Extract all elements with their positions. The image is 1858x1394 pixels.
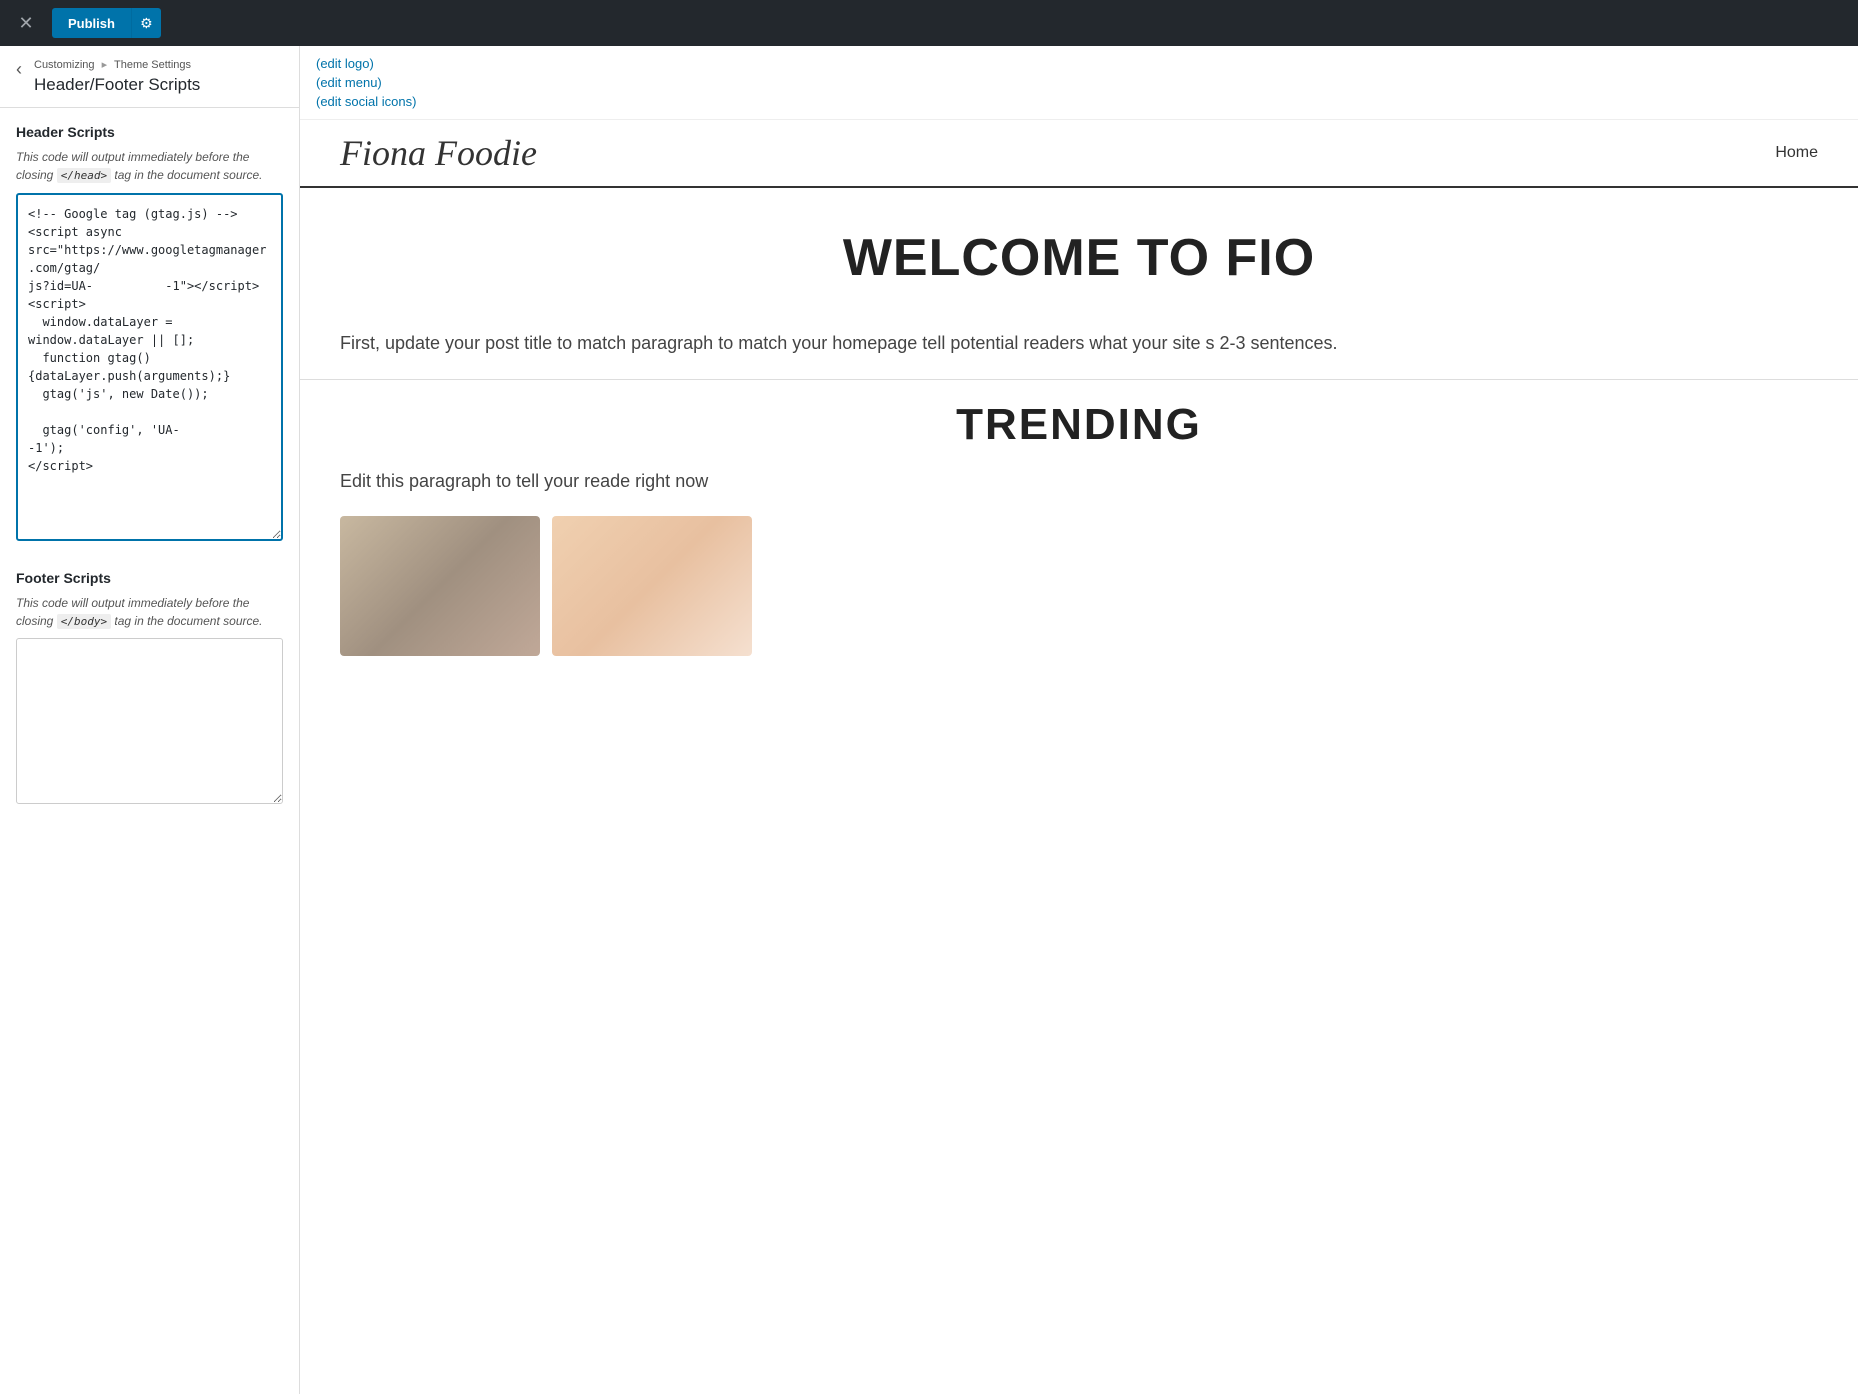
publish-group: Publish ⚙ bbox=[52, 8, 161, 38]
hero-title: WELCOME TO FIO bbox=[340, 228, 1818, 288]
preview-site-header: Fiona Foodie Home bbox=[300, 120, 1858, 188]
preview-site: Fiona Foodie Home WELCOME TO FIO First, … bbox=[300, 120, 1858, 676]
header-scripts-desc-after: tag in the document source. bbox=[114, 168, 262, 182]
trending-images bbox=[340, 516, 1818, 656]
header-scripts-section: Header Scripts This code will output imm… bbox=[16, 124, 283, 546]
trending-image-2 bbox=[552, 516, 752, 656]
trending-image-1 bbox=[340, 516, 540, 656]
header-scripts-description: This code will output immediately before… bbox=[16, 148, 283, 185]
preview-hero: WELCOME TO FIO bbox=[300, 188, 1858, 308]
back-button[interactable]: ‹ bbox=[12, 58, 26, 80]
trending-body: Edit this paragraph to tell your reade r… bbox=[340, 466, 1818, 497]
sidebar: ‹ Customizing ▸ Theme Settings Header/Fo… bbox=[0, 46, 300, 1394]
footer-scripts-label: Footer Scripts bbox=[16, 570, 283, 586]
preview-edit-links: (edit logo) (edit menu) (edit social ico… bbox=[300, 46, 1858, 120]
nav-home: Home bbox=[1775, 144, 1818, 162]
edit-logo-link[interactable]: (edit logo) bbox=[316, 56, 1842, 71]
gear-icon: ⚙ bbox=[140, 15, 153, 32]
edit-social-icons-link[interactable]: (edit social icons) bbox=[316, 94, 1842, 109]
head-code-tag: </head> bbox=[57, 168, 111, 183]
close-button[interactable]: ✕ bbox=[8, 5, 44, 41]
edit-menu-link[interactable]: (edit menu) bbox=[316, 75, 1842, 90]
site-logo: Fiona Foodie bbox=[340, 132, 537, 174]
footer-scripts-description: This code will output immediately before… bbox=[16, 594, 283, 631]
sidebar-header-text: Customizing ▸ Theme Settings Header/Foot… bbox=[34, 58, 283, 95]
close-icon: ✕ bbox=[18, 13, 33, 34]
main-area: ‹ Customizing ▸ Theme Settings Header/Fo… bbox=[0, 46, 1858, 1394]
preview-area: (edit logo) (edit menu) (edit social ico… bbox=[300, 46, 1858, 1394]
header-scripts-label: Header Scripts bbox=[16, 124, 283, 140]
breadcrumb: Customizing ▸ Theme Settings bbox=[34, 58, 283, 71]
breadcrumb-part2: Theme Settings bbox=[114, 59, 191, 71]
footer-scripts-desc-after: tag in the document source. bbox=[114, 614, 262, 628]
footer-scripts-section: Footer Scripts This code will output imm… bbox=[16, 570, 283, 810]
trending-title: TRENDING bbox=[340, 400, 1818, 450]
header-scripts-textarea[interactable] bbox=[16, 193, 283, 541]
trending-section: TRENDING Edit this paragraph to tell you… bbox=[300, 379, 1858, 677]
breadcrumb-part1: Customizing bbox=[34, 59, 95, 71]
sidebar-content: Header Scripts This code will output imm… bbox=[0, 108, 299, 1394]
hero-body: First, update your post title to match p… bbox=[300, 308, 1858, 379]
settings-button[interactable]: ⚙ bbox=[131, 8, 161, 38]
publish-button[interactable]: Publish bbox=[52, 8, 131, 38]
section-title: Header/Footer Scripts bbox=[34, 75, 283, 95]
footer-scripts-textarea[interactable] bbox=[16, 638, 283, 804]
sidebar-header: ‹ Customizing ▸ Theme Settings Header/Fo… bbox=[0, 46, 299, 108]
breadcrumb-separator: ▸ bbox=[102, 59, 108, 71]
body-code-tag: </body> bbox=[57, 614, 111, 629]
top-bar: ✕ Publish ⚙ bbox=[0, 0, 1858, 46]
